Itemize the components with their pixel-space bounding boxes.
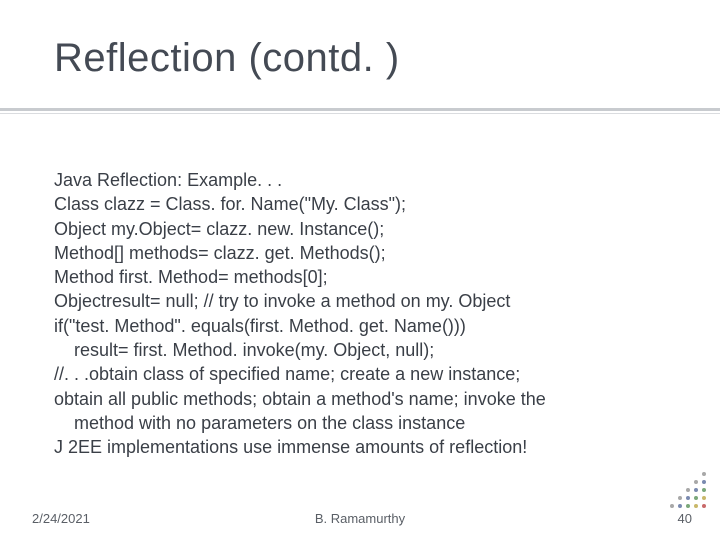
body-line: result= first. Method. invoke(my. Object… (54, 338, 674, 362)
footer-author: B. Ramamurthy (0, 511, 720, 526)
body-line: obtain all public methods; obtain a meth… (54, 387, 674, 411)
title-rule-2 (0, 113, 720, 114)
footer-page: 40 (678, 511, 692, 526)
title-rule (0, 108, 720, 111)
corner-dots-decoration (650, 470, 710, 510)
body-line: Class clazz = Class. for. Name("My. Clas… (54, 192, 674, 216)
body-line: J 2EE implementations use immense amount… (54, 435, 674, 459)
body-line: //. . .obtain class of specified name; c… (54, 362, 674, 386)
body-line: method with no parameters on the class i… (54, 411, 674, 435)
body-line: Method first. Method= methods[0]; (54, 265, 674, 289)
body-line: Objectresult= null; // try to invoke a m… (54, 289, 674, 313)
slide: Reflection (contd. ) Java Reflection: Ex… (0, 0, 720, 540)
body-line: Object my.Object= clazz. new. Instance()… (54, 217, 674, 241)
body-line: Java Reflection: Example. . . (54, 168, 674, 192)
body-line: Method[] methods= clazz. get. Methods(); (54, 241, 674, 265)
slide-body: Java Reflection: Example. . . Class claz… (54, 168, 674, 460)
body-line: if("test. Method". equals(first. Method.… (54, 314, 674, 338)
slide-title: Reflection (contd. ) (54, 36, 400, 81)
